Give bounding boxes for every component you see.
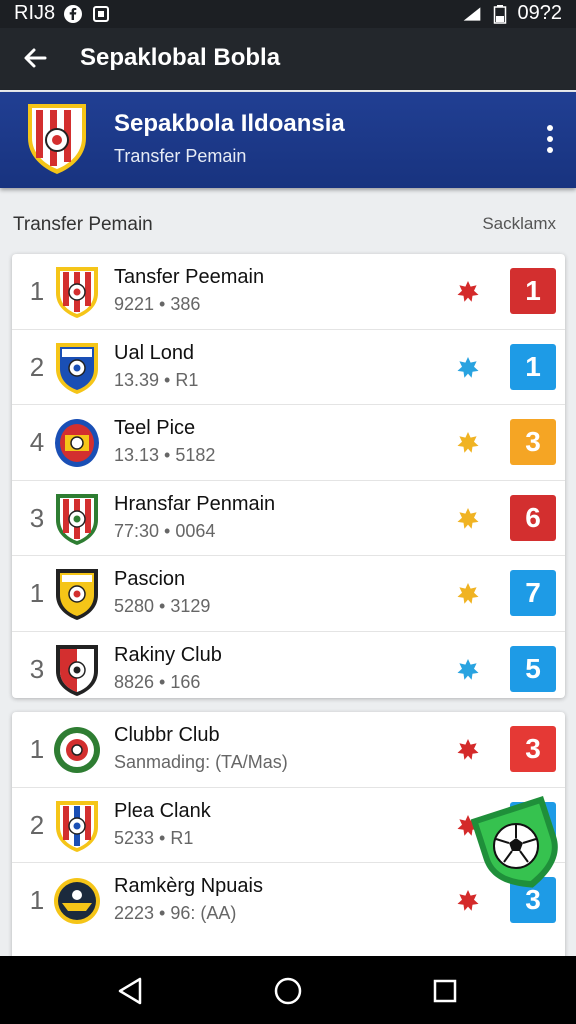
club-stats: 13.39 • R1	[114, 369, 199, 390]
league-header: Sepakbola Ildoansia Transfer Pemain	[0, 92, 576, 188]
club-logo-icon	[52, 264, 102, 320]
list-item[interactable]: 3 Rakiny Club 8826 • 166 5	[12, 632, 565, 699]
club-logo-icon	[52, 722, 102, 778]
app-bar: Sepaklobal Bobla	[0, 28, 576, 90]
app-title: Sepaklobal Bobla	[80, 44, 281, 71]
signal-icon	[462, 4, 482, 24]
rank-number: 2	[29, 809, 45, 840]
star-icon	[456, 738, 480, 762]
club-name: Tansfer Peemain	[114, 266, 265, 288]
soccer-ball-icon	[470, 796, 558, 888]
club-name: Teel Pice	[114, 417, 196, 439]
club-logo-icon	[52, 642, 102, 698]
star-icon	[456, 658, 480, 682]
club-logo-icon	[52, 340, 102, 396]
star-icon	[456, 356, 480, 380]
nav-home-icon[interactable]	[271, 974, 305, 1008]
list-item[interactable]: 1 Tansfer Peemain 9221 • 386 1	[12, 254, 565, 330]
club-stats: 8826 • 166	[114, 671, 201, 692]
club-stats: 77:30 • 0064	[114, 520, 216, 541]
club-logo-icon	[52, 415, 102, 471]
list-item[interactable]: 2 Ual Lond 13.39 • R1 1	[12, 330, 565, 405]
back-arrow-icon[interactable]	[18, 41, 52, 75]
nav-recents-icon[interactable]	[428, 974, 462, 1008]
facebook-icon	[63, 4, 83, 24]
count-badge: 1	[510, 343, 556, 390]
club-name: Rakiny Club	[114, 643, 222, 666]
club-stats: 5280 • 3129	[114, 596, 211, 616]
club-logo-icon	[52, 491, 102, 547]
club-stats: 2223 • 96: (AA)	[114, 903, 237, 923]
rank-number: 2	[29, 351, 45, 382]
club-name: Ual Lond	[114, 341, 195, 364]
section-action-link[interactable]: Sacklamx	[482, 214, 556, 234]
section-title: Transfer Pemain	[13, 214, 153, 235]
club-stats: 13.13 • 5182	[114, 445, 216, 465]
rank-number: 1	[29, 276, 45, 306]
club-name: Plea Clank	[114, 799, 211, 822]
transfer-list-card: 1 Tansfer Peemain 9221 • 386 1 2 Ual Lon…	[12, 254, 565, 698]
rank-number: 1	[29, 578, 45, 608]
count-badge: 6	[510, 494, 556, 541]
club-logo-icon	[52, 873, 102, 929]
count-badge: 1	[510, 268, 556, 314]
rank-number: 3	[29, 502, 45, 533]
club-logo-icon	[52, 798, 102, 854]
list-item[interactable]: 1 Clubbr Club Sanmading: (TA/Mas) 3	[12, 712, 565, 788]
list-item[interactable]: 1 Pascion 5280 • 3129 7	[12, 556, 565, 632]
count-badge: 5	[510, 645, 556, 692]
status-bar: RIJ8 09?2	[0, 0, 576, 28]
count-badge: 3	[510, 726, 556, 772]
count-badge: 7	[510, 570, 556, 616]
list-item[interactable]: 4 Teel Pice 13.13 • 5182 3	[12, 405, 565, 481]
list-item[interactable]: 3 Hransfar Penmain 77:30 • 0064 6	[12, 481, 565, 556]
club-stats: Sanmading: (TA/Mas)	[114, 752, 288, 772]
star-icon	[456, 431, 480, 455]
system-nav-bar	[0, 956, 576, 1024]
club-name: Ramkèrg Npuais	[114, 875, 263, 897]
nav-back-icon[interactable]	[114, 974, 148, 1008]
rank-number: 4	[29, 427, 45, 457]
status-text: RIJ8	[14, 2, 56, 24]
notification-icon	[91, 4, 111, 24]
club-stats: 5233 • R1	[114, 827, 194, 848]
more-options-icon[interactable]	[542, 122, 558, 156]
rank-number: 1	[29, 885, 45, 915]
rank-number: 3	[29, 653, 45, 684]
battery-icon	[490, 4, 510, 24]
club-stats: 9221 • 386	[114, 294, 201, 314]
section-header: Transfer Pemain Sacklamx	[0, 200, 576, 248]
star-icon	[456, 582, 480, 606]
star-icon	[456, 507, 480, 531]
clock: 09?2	[517, 2, 563, 24]
club-name: Pascion	[114, 568, 186, 590]
league-subtitle: Transfer Pemain	[114, 146, 247, 166]
club-logo-icon	[52, 566, 102, 622]
rank-number: 1	[29, 734, 45, 764]
star-icon	[456, 280, 480, 304]
club-name: Clubbr Club	[114, 724, 220, 746]
league-title: Sepakbola Ildoansia	[114, 110, 345, 137]
league-crest-icon	[24, 98, 90, 176]
club-name: Hransfar Penmain	[114, 492, 276, 515]
count-badge: 3	[510, 419, 556, 465]
football-fab[interactable]	[466, 790, 570, 894]
